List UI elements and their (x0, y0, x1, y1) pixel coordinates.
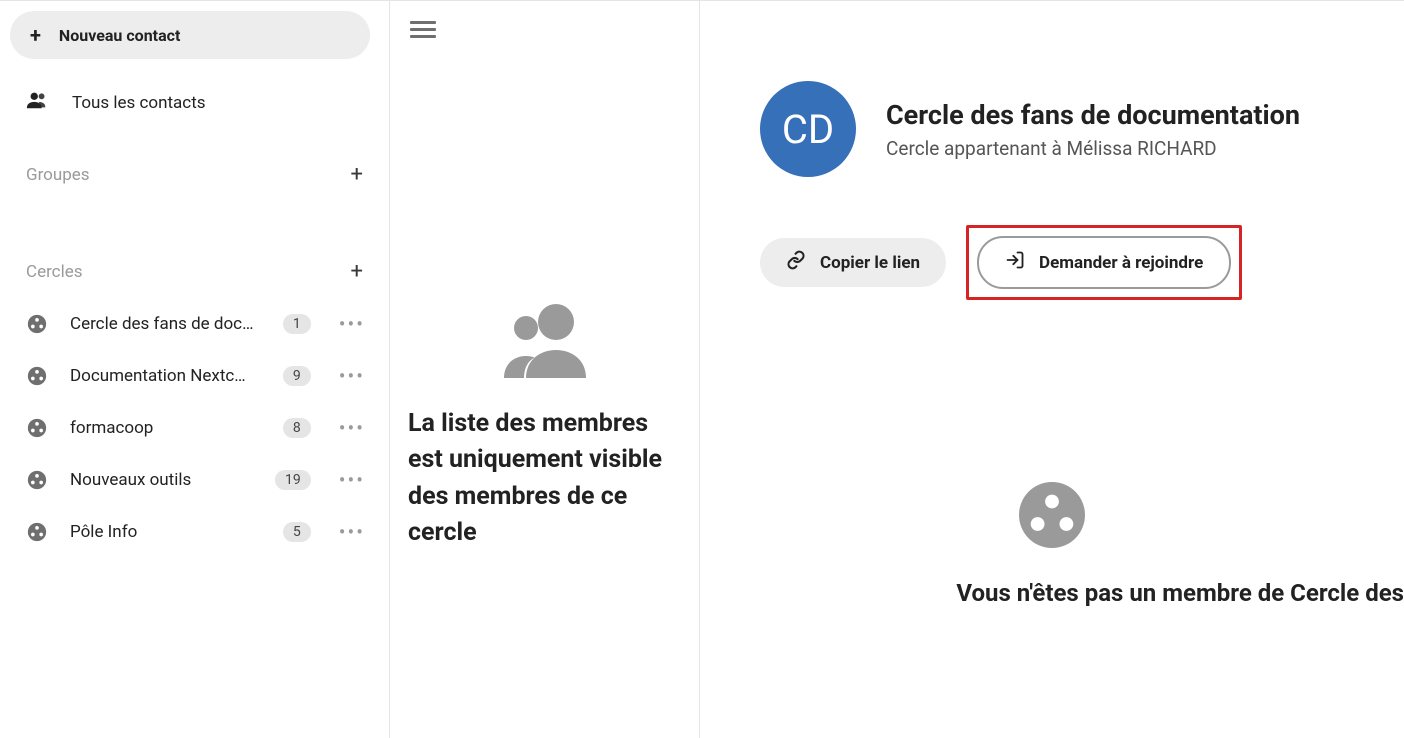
circle-label: Cercle des fans de doc… (70, 314, 261, 334)
action-row: Copier le lien Demander à rejoindre (760, 225, 1404, 300)
copy-link-button[interactable]: Copier le lien (760, 238, 946, 287)
circle-title: Cercle des fans de documentation (886, 99, 1300, 131)
circles-header: Cercles + (10, 245, 379, 298)
add-circle-button[interactable]: + (351, 259, 363, 284)
middle-column: La liste des membres est uniquement visi… (390, 1, 700, 738)
contacts-icon (26, 89, 48, 116)
circle-label: Nouveaux outils (70, 470, 253, 490)
circle-label: Pôle Info (70, 522, 261, 542)
groups-label: Groupes (26, 165, 90, 185)
circle-count-badge: 1 (283, 314, 311, 334)
add-group-button[interactable]: + (351, 162, 363, 187)
link-icon (786, 250, 806, 275)
more-icon[interactable]: ••• (333, 312, 371, 336)
not-member-text: Vous n'êtes pas un membre de Cercle des (700, 579, 1404, 607)
plus-icon: + (30, 23, 41, 47)
new-contact-label: Nouveau contact (59, 26, 180, 45)
all-contacts-label: Tous les contacts (72, 93, 206, 113)
more-icon[interactable]: ••• (333, 520, 371, 544)
circle-count-badge: 19 (275, 470, 311, 490)
avatar-initials: CD (782, 106, 834, 153)
sidebar: + Nouveau contact Tous les contacts Grou… (0, 1, 390, 738)
circle-item[interactable]: formacoop 8 ••• (10, 402, 379, 454)
circle-avatar: CD (760, 81, 856, 177)
request-join-label: Demander à rejoindre (1039, 253, 1203, 273)
circle-label: formacoop (70, 418, 261, 438)
not-member-section: Vous n'êtes pas un membre de Cercle des (700, 479, 1404, 607)
circle-item[interactable]: Cercle des fans de doc… 1 ••• (10, 298, 379, 350)
circle-icon (26, 521, 48, 543)
login-icon (1005, 250, 1025, 275)
members-icon (408, 298, 681, 378)
circle-icon (26, 313, 48, 335)
copy-link-label: Copier le lien (820, 253, 920, 273)
circle-count-badge: 9 (283, 366, 311, 386)
request-join-button[interactable]: Demander à rejoindre (977, 236, 1231, 289)
highlight-annotation: Demander à rejoindre (966, 225, 1242, 300)
detail-panel: CD Cercle des fans de documentation Cerc… (700, 1, 1404, 738)
more-icon[interactable]: ••• (333, 468, 371, 492)
more-icon[interactable]: ••• (333, 416, 371, 440)
circle-item[interactable]: Documentation Nextc… 9 ••• (10, 350, 379, 402)
circle-icon (26, 417, 48, 439)
groups-header: Groupes + (10, 148, 379, 201)
menu-icon[interactable] (410, 21, 436, 38)
new-contact-button[interactable]: + Nouveau contact (10, 11, 370, 59)
circle-large-icon (1016, 479, 1088, 551)
circles-label: Cercles (26, 262, 83, 282)
circle-count-badge: 8 (283, 418, 311, 438)
circle-item[interactable]: Pôle Info 5 ••• (10, 506, 379, 558)
detail-title-block: Cercle des fans de documentation Cercle … (886, 99, 1300, 160)
circle-item[interactable]: Nouveaux outils 19 ••• (10, 454, 379, 506)
detail-header: CD Cercle des fans de documentation Cerc… (760, 81, 1404, 177)
circle-icon (26, 365, 48, 387)
app-root: + Nouveau contact Tous les contacts Grou… (0, 0, 1404, 738)
circle-label: Documentation Nextc… (70, 366, 261, 386)
members-notice: La liste des membres est uniquement visi… (408, 406, 681, 551)
circle-icon (26, 469, 48, 491)
circle-count-badge: 5 (283, 522, 311, 542)
circle-subtitle: Cercle appartenant à Mélissa RICHARD (886, 137, 1300, 160)
all-contacts-item[interactable]: Tous les contacts (10, 77, 379, 128)
more-icon[interactable]: ••• (333, 364, 371, 388)
